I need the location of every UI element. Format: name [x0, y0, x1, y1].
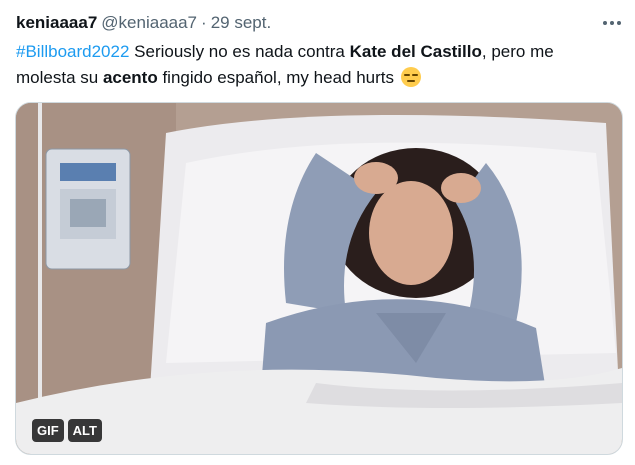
tweet-header: keniaaaa7 @keniaaaa7 · 29 sept.	[16, 12, 621, 34]
gif-badge: GIF	[32, 419, 64, 442]
expressionless-face-emoji-icon	[400, 67, 421, 87]
tweet-text: #Billboard2022 Seriously no es nada cont…	[16, 39, 616, 91]
tweet-text-part: Seriously no es nada contra	[129, 42, 350, 61]
hashtag-link[interactable]: #Billboard2022	[16, 42, 129, 61]
gif-frame-image	[16, 103, 622, 454]
more-options-icon[interactable]	[587, 12, 621, 34]
tweet-date[interactable]: 29 sept.	[211, 12, 272, 34]
tweet: keniaaaa7 @keniaaaa7 · 29 sept. #Billboa…	[0, 0, 635, 465]
alt-text-button[interactable]: ALT	[67, 419, 102, 442]
media-badges: GIF ALT	[32, 419, 102, 442]
display-name[interactable]: keniaaaa7	[16, 12, 97, 34]
user-handle[interactable]: @keniaaaa7	[101, 12, 197, 34]
bold-text: acento	[102, 68, 158, 87]
bold-text: Kate del Castillo	[349, 42, 482, 61]
tweet-text-part: fingido español, my head hurts	[157, 68, 399, 87]
separator-dot: ·	[201, 13, 207, 32]
gif-media[interactable]: GIF ALT	[15, 102, 623, 455]
